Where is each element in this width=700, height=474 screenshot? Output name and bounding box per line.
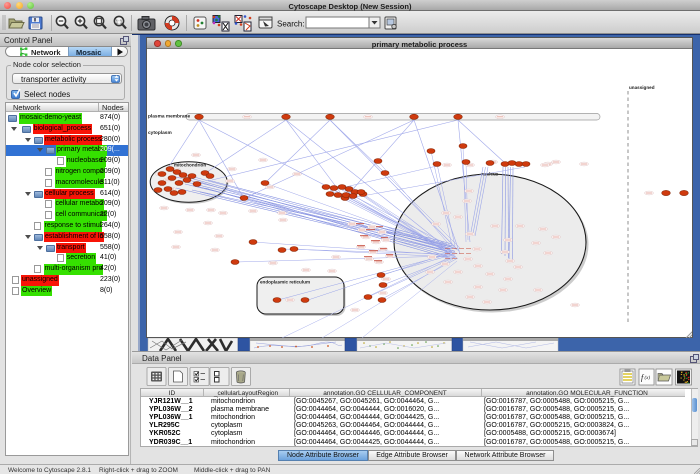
svg-text:1:1: 1:1 — [116, 20, 123, 26]
svg-text:plasma membrane: plasma membrane — [148, 114, 190, 120]
svg-text:mitochondrion: mitochondrion — [174, 163, 206, 168]
svg-text:(x): (x) — [645, 376, 651, 381]
svg-text:Search:: Search: — [277, 20, 305, 29]
svg-text:endoplasmic reticulum: endoplasmic reticulum — [260, 280, 310, 285]
svg-text:cytoplasm: cytoplasm — [148, 130, 172, 136]
svg-text:unassigned: unassigned — [629, 85, 655, 90]
